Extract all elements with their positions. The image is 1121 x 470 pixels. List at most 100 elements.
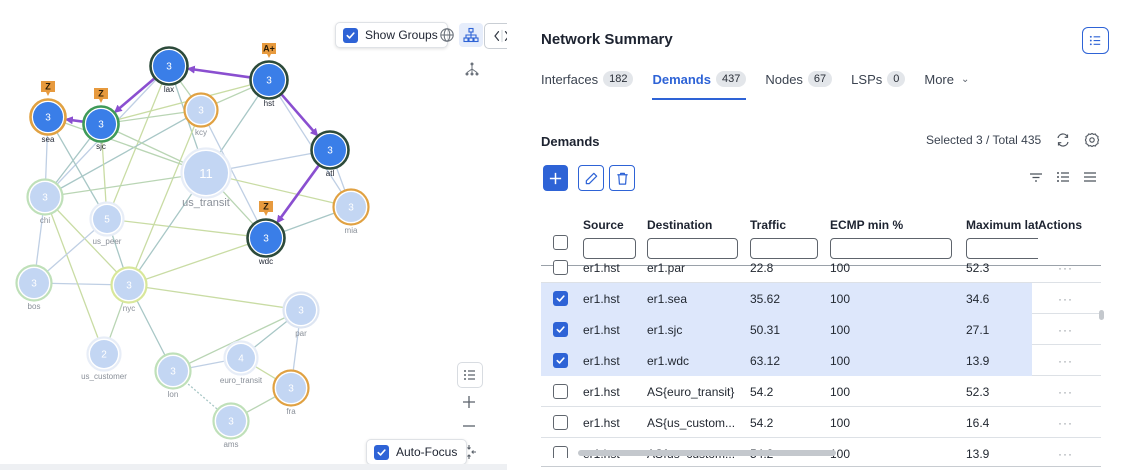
row-checkbox[interactable] bbox=[553, 291, 568, 306]
endpoint-badge: A+ bbox=[263, 44, 275, 54]
demand-path-arrow[interactable] bbox=[113, 75, 158, 113]
panel-title: Network Summary bbox=[541, 31, 673, 48]
topology-node-us_transit[interactable]: 11 us_transit bbox=[180, 147, 232, 210]
node-count: 4 bbox=[238, 354, 244, 365]
topology-link[interactable] bbox=[106, 218, 267, 239]
row-checkbox[interactable] bbox=[553, 260, 568, 275]
node-label: lax bbox=[164, 85, 174, 94]
chevron-down-icon: ⌄ bbox=[961, 73, 970, 85]
row-checkbox[interactable] bbox=[553, 384, 568, 399]
topology-node-nyc[interactable]: 3 nyc bbox=[110, 266, 148, 314]
geo-layout-button[interactable] bbox=[435, 23, 459, 47]
auto-focus-checkbox[interactable] bbox=[374, 444, 389, 460]
cell-latency: 13.9 bbox=[966, 447, 990, 458]
tab-interfaces[interactable]: Interfaces 182 bbox=[541, 70, 634, 100]
topology-map-pane[interactable]: 3 lax 3 hst A+ 3 sea Z 3 sjc Z 3 atl 3 wdc Z 3 kcy 11 us_tr… bbox=[0, 0, 507, 470]
delete-demand-button[interactable] bbox=[609, 165, 635, 191]
row-actions-menu[interactable]: ··· bbox=[1058, 385, 1073, 399]
node-label: us_peer bbox=[93, 237, 122, 246]
column-header-ecmp[interactable]: ECMP min % bbox=[830, 218, 903, 232]
topology-link[interactable] bbox=[128, 284, 302, 311]
topology-node-us_customer[interactable]: 2 us_customer bbox=[81, 336, 127, 382]
add-demand-button[interactable] bbox=[543, 165, 568, 191]
node-count: 3 bbox=[288, 384, 294, 395]
row-actions-menu[interactable]: ··· bbox=[1058, 261, 1073, 275]
show-groups-toggle[interactable]: Show Groups bbox=[335, 22, 448, 48]
cell-source: er1.hst bbox=[583, 385, 620, 399]
topology-node-wdc[interactable]: 3 wdc Z bbox=[246, 201, 286, 266]
tab-demands[interactable]: Demands 437 bbox=[652, 70, 747, 100]
topology-node-mia[interactable]: 3 mia bbox=[332, 188, 370, 236]
row-checkbox[interactable] bbox=[553, 415, 568, 430]
table-settings-button[interactable] bbox=[1082, 130, 1102, 150]
cell-latency: 34.6 bbox=[966, 292, 990, 306]
table-row[interactable]: er1.hst er1.par 22.8 100 52.3 ··· bbox=[541, 252, 1101, 283]
topology-node-kcy[interactable]: 3 kcy bbox=[183, 92, 219, 138]
table-row[interactable]: er1.hst AS{us_custom... 54.2 100 16.4 ··… bbox=[541, 407, 1101, 438]
table-row[interactable]: er1.hst er1.wdc 63.12 100 13.9 ··· bbox=[541, 345, 1101, 376]
topology-node-atl[interactable]: 3 atl bbox=[310, 130, 350, 179]
node-label: kcy bbox=[195, 128, 207, 137]
topology-graph[interactable]: 3 lax 3 hst A+ 3 sea Z 3 sjc Z 3 atl 3 wdc Z 3 kcy 11 us_tr… bbox=[0, 0, 507, 470]
tab-more[interactable]: More ⌄ bbox=[924, 70, 969, 100]
row-actions-menu[interactable]: ··· bbox=[1058, 323, 1073, 337]
topology-node-lax[interactable]: 3 lax bbox=[149, 46, 189, 95]
topology-link[interactable] bbox=[128, 237, 267, 286]
auto-focus-toggle[interactable]: Auto-Focus bbox=[366, 439, 468, 465]
row-checkbox[interactable] bbox=[553, 353, 568, 368]
tab-count-badge: 0 bbox=[887, 71, 906, 87]
hierarchy-layout-button[interactable] bbox=[459, 23, 483, 47]
tree-icon bbox=[465, 62, 479, 76]
cell-destination: AS{us_custom... bbox=[647, 416, 736, 430]
row-actions-menu[interactable]: ··· bbox=[1058, 447, 1073, 458]
column-header-destination[interactable]: Destination bbox=[647, 218, 712, 232]
topology-node-sea[interactable]: 3 sea Z bbox=[29, 81, 67, 144]
tab-lsps[interactable]: LSPs 0 bbox=[851, 70, 906, 100]
edit-demand-button[interactable] bbox=[578, 165, 604, 191]
columns-button[interactable] bbox=[1055, 169, 1073, 187]
table-row[interactable]: er1.hst AS{euro_transit} 54.2 100 52.3 ·… bbox=[541, 376, 1101, 407]
node-label: chi bbox=[40, 216, 50, 225]
tab-nodes[interactable]: Nodes 67 bbox=[765, 70, 833, 100]
topology-link[interactable] bbox=[106, 65, 170, 220]
column-header-max-latency[interactable]: Maximum lat bbox=[966, 218, 1038, 232]
demand-path-arrow[interactable] bbox=[276, 162, 322, 224]
node-count: 3 bbox=[348, 203, 354, 214]
column-header-source[interactable]: Source bbox=[583, 218, 624, 232]
tree-layout-button[interactable] bbox=[460, 57, 484, 81]
table-row[interactable]: er1.hst er1.sjc 50.31 100 27.1 ··· bbox=[541, 314, 1101, 345]
topology-node-fra[interactable]: 3 fra bbox=[272, 369, 310, 417]
demand-path-arrow[interactable] bbox=[278, 91, 319, 137]
legend-list-button[interactable] bbox=[457, 362, 483, 388]
demands-table: Source Destination Traffic ECMP min % Ma… bbox=[541, 208, 1113, 458]
topology-node-par[interactable]: 3 par bbox=[282, 291, 320, 339]
topology-node-us_peer[interactable]: 5 us_peer bbox=[89, 201, 125, 247]
row-actions-menu[interactable]: ··· bbox=[1058, 354, 1073, 368]
demand-path-arrow[interactable] bbox=[186, 65, 254, 80]
refresh-button[interactable] bbox=[1053, 130, 1073, 150]
filter-button[interactable] bbox=[1028, 169, 1046, 187]
row-checkbox[interactable] bbox=[553, 322, 568, 337]
topology-node-lon[interactable]: 3 lon bbox=[154, 352, 192, 400]
show-groups-checkbox[interactable] bbox=[343, 27, 358, 43]
topology-node-sjc[interactable]: 3 sjc Z bbox=[82, 88, 120, 151]
topology-node-chi[interactable]: 3 chi bbox=[26, 178, 64, 226]
row-density-button[interactable] bbox=[1082, 169, 1100, 187]
horizontal-scrollbar[interactable] bbox=[578, 450, 836, 456]
zoom-in-button[interactable] bbox=[457, 390, 481, 414]
cell-latency: 27.1 bbox=[966, 323, 990, 337]
panel-menu-button[interactable] bbox=[1082, 27, 1109, 54]
zoom-out-button[interactable] bbox=[457, 414, 481, 438]
topology-node-ams[interactable]: 3 ams bbox=[212, 402, 250, 450]
column-header-traffic[interactable]: Traffic bbox=[750, 218, 786, 232]
select-all-checkbox[interactable] bbox=[553, 235, 568, 250]
topology-node-bos[interactable]: 3 bos bbox=[15, 264, 53, 312]
row-checkbox[interactable] bbox=[553, 446, 568, 458]
table-row[interactable]: er1.hst er1.sea 35.62 100 34.6 ··· bbox=[541, 283, 1101, 314]
toggle-panel-button[interactable] bbox=[484, 23, 507, 49]
vertical-scrollbar[interactable] bbox=[1099, 310, 1104, 320]
row-actions-menu[interactable]: ··· bbox=[1058, 292, 1073, 306]
cell-destination: er1.wdc bbox=[647, 354, 690, 368]
row-actions-menu[interactable]: ··· bbox=[1058, 416, 1073, 430]
topology-node-euro_transit[interactable]: 4 euro_transit bbox=[220, 340, 263, 386]
